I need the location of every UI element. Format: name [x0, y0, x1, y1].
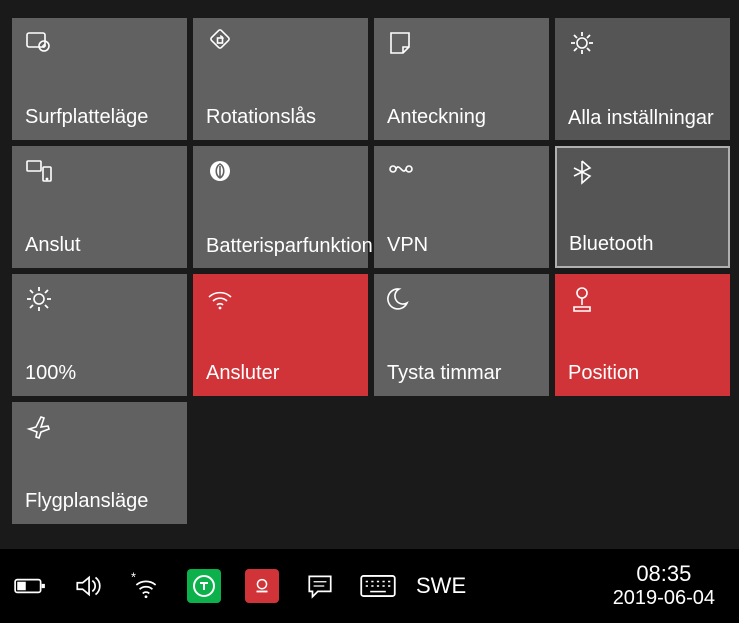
gear-icon	[568, 29, 596, 57]
tray-app-red[interactable]	[242, 563, 282, 609]
vpn-icon	[387, 157, 415, 185]
tile-label: Position	[568, 361, 717, 385]
tile-connect[interactable]: Anslut	[12, 146, 187, 268]
tile-label: Batterisparfunktion	[206, 235, 355, 257]
language-label: SWE	[416, 573, 466, 599]
tray-action-center-icon[interactable]	[300, 563, 340, 609]
tile-tablet-mode[interactable]: Surfplatteläge	[12, 18, 187, 140]
tile-label: Anteckning	[387, 105, 536, 129]
tile-label: Alla inställningar	[568, 107, 717, 129]
brightness-icon	[25, 285, 53, 313]
action-center-panel: Surfplatteläge Rotationslås Anteckning	[0, 0, 739, 524]
tray-clock[interactable]: 08:35 2019-06-04	[599, 563, 729, 609]
tile-label: Bluetooth	[569, 232, 716, 256]
tile-quiet-hours[interactable]: Tysta timmar	[374, 274, 549, 396]
tile-battery-saver[interactable]: Batterisparfunktion	[193, 146, 368, 268]
tile-label: 100%	[25, 361, 174, 385]
red-camera-icon	[245, 569, 279, 603]
tray-wifi-icon[interactable]: *	[126, 563, 166, 609]
tile-label: Flygplansläge	[25, 489, 174, 513]
tray-touch-keyboard-icon[interactable]	[358, 563, 398, 609]
wifi-icon	[206, 285, 234, 313]
tile-location[interactable]: Position	[555, 274, 730, 396]
tablet-mode-icon	[25, 29, 53, 57]
connect-icon	[25, 157, 53, 185]
tile-label: Ansluter	[206, 361, 355, 385]
taskbar: *	[0, 549, 739, 623]
tile-wifi[interactable]: Ansluter	[193, 274, 368, 396]
svg-text:*: *	[131, 571, 136, 585]
tile-label: Rotationslås	[206, 105, 355, 129]
tile-bluetooth[interactable]: Bluetooth	[555, 146, 730, 268]
tile-label: Tysta timmar	[387, 361, 536, 385]
tile-label: Surfplatteläge	[25, 105, 174, 129]
tile-label: VPN	[387, 233, 536, 257]
tile-airplane-mode[interactable]: Flygplansläge	[12, 402, 187, 524]
tile-vpn[interactable]: VPN	[374, 146, 549, 268]
leaf-icon	[206, 157, 234, 185]
clock-time: 08:35	[613, 562, 715, 586]
moon-icon	[387, 285, 415, 313]
location-pin-icon	[568, 285, 596, 313]
note-icon	[387, 29, 415, 57]
clock-date: 2019-06-04	[613, 586, 715, 610]
tile-all-settings[interactable]: Alla inställningar	[555, 18, 730, 140]
tile-brightness[interactable]: 100%	[12, 274, 187, 396]
rotation-lock-icon	[206, 29, 234, 57]
tray-volume-icon[interactable]	[68, 563, 108, 609]
tile-rotation-lock[interactable]: Rotationslås	[193, 18, 368, 140]
tile-label: Anslut	[25, 233, 174, 257]
airplane-icon	[25, 413, 53, 441]
bluetooth-icon	[569, 158, 597, 186]
tray-battery-icon[interactable]	[10, 563, 50, 609]
tile-note[interactable]: Anteckning	[374, 18, 549, 140]
tray-language[interactable]: SWE	[416, 563, 466, 609]
green-circle-t-icon	[187, 569, 221, 603]
tray-app-green[interactable]	[184, 563, 224, 609]
